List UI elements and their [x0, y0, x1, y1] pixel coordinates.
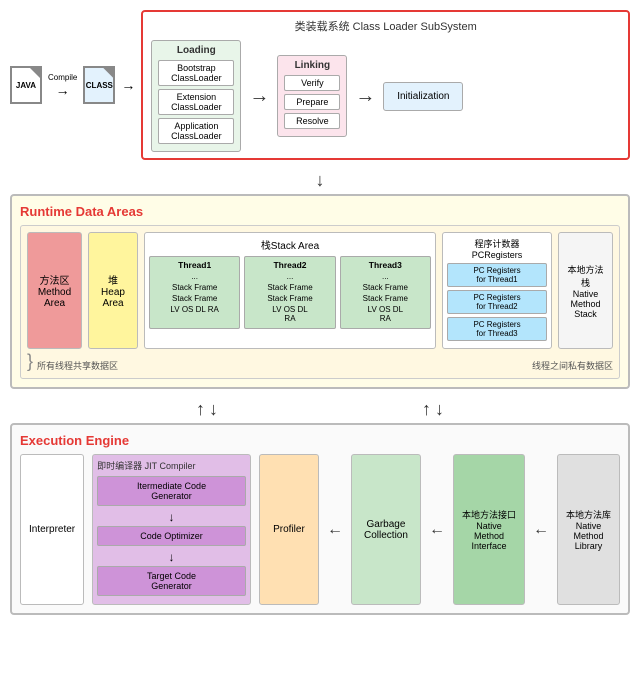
main-container: JAVA Compile → CLASS → 类装载系统 Class Loade… — [0, 0, 640, 625]
jit-container: 即时编译器 JIT Compiler Itermediate CodeGener… — [92, 454, 251, 605]
private-label: 线程之间私有数据区 — [532, 359, 613, 372]
classloader-title: 类装载系统 Class Loader SubSystem — [151, 18, 620, 34]
thread3-col: Thread3 ... Stack Frame Stack Frame LV O… — [340, 256, 431, 329]
native-library-box: 本地方法库NativeMethodLibrary — [557, 454, 620, 605]
jit-arrow1-icon: ↓ — [97, 510, 246, 524]
execution-inner: Interpreter 即时编译器 JIT Compiler Itermedia… — [20, 454, 620, 605]
to-garbage-arrow: ← — [327, 454, 343, 605]
initialization-box: Initialization — [383, 82, 463, 111]
pc-thread2: PC Registersfor Thread2 — [447, 290, 547, 314]
runtime-row: 方法区 Method Area 堆 Heap Area 栈Stack Area — [27, 232, 613, 349]
shared-label-area: } 所有线程共享数据区 — [27, 351, 118, 372]
top-section: JAVA Compile → CLASS → 类装载系统 Class Loade… — [10, 10, 630, 160]
pc-title: 程序计数器PCRegisters — [447, 237, 547, 260]
to-classloader-arrow: → — [121, 77, 135, 93]
loading-to-linking-arrow: → — [249, 85, 269, 108]
pc-thread3: PC Registersfor Thread3 — [447, 317, 547, 341]
loading-title: Loading — [158, 45, 234, 56]
linking-to-init-arrow: → — [355, 85, 375, 108]
thread2-col: Thread2 ... Stack Frame Stack Frame LV O… — [244, 256, 335, 329]
prepare-item: Prepare — [284, 94, 340, 110]
jit-item-2: Code Optimizer — [97, 526, 246, 546]
bootstrap-classloader: BootstrapClassLoader — [158, 60, 234, 86]
class-file-icon: CLASS — [83, 66, 115, 104]
extension-classloader: ExtensionClassLoader — [158, 89, 234, 115]
to-native-interface-arrow: ← — [429, 454, 445, 605]
shared-label: 所有线程共享数据区 — [37, 359, 118, 372]
jit-item-3: Target CodeGenerator — [97, 566, 246, 596]
classloader-box: 类装载系统 Class Loader SubSystem Loading Boo… — [141, 10, 630, 160]
brace-left-icon: } — [27, 351, 33, 372]
profiler-box: Profiler — [259, 454, 319, 605]
down-arrow-icon: ↓ — [316, 170, 325, 191]
labels-row: } 所有线程共享数据区 线程之间私有数据区 — [27, 351, 613, 372]
linking-box: Linking Verify Prepare Resolve — [277, 55, 347, 137]
down-arrow3-icon: ↓ — [435, 399, 444, 420]
native-stack-box: 本地方法 栈 Native Method Stack — [558, 232, 613, 349]
execution-title: Execution Engine — [20, 433, 620, 448]
application-classloader: ApplicationClassLoader — [158, 118, 234, 144]
thread1-col: Thread1 ... Stack Frame Stack Frame LV O… — [149, 256, 240, 329]
stack-area-title: 栈Stack Area — [149, 237, 431, 252]
java-file: JAVA — [10, 66, 42, 104]
runtime-inner: 方法区 Method Area 堆 Heap Area 栈Stack Area — [20, 225, 620, 379]
pc-registers-container: 程序计数器PCRegisters PC Registersfor Thread1… — [442, 232, 552, 349]
compile-arrow: Compile → — [48, 73, 77, 98]
interpreter-box: Interpreter — [20, 454, 84, 605]
up-arrow-icon: ↑ — [196, 399, 205, 420]
runtime-to-execution-arrows: ↑ ↓ ↑ ↓ — [10, 399, 630, 420]
right-arrow2-icon: → — [121, 77, 135, 93]
jit-item-1: Itermediate CodeGenerator — [97, 476, 246, 506]
java-file-icon: JAVA — [10, 66, 42, 104]
linking-title: Linking — [284, 60, 340, 71]
pc-thread1: PC Registersfor Thread1 — [447, 263, 547, 287]
heap-box: 堆 Heap Area — [88, 232, 138, 349]
jit-title: 即时编译器 JIT Compiler — [97, 459, 246, 472]
to-native-library-arrow: ← — [533, 454, 549, 605]
stack-area-container: 栈Stack Area Thread1 ... Stack Frame Stac… — [144, 232, 436, 349]
runtime-title: Runtime Data Areas — [20, 204, 620, 219]
jit-arrow2-icon: ↓ — [97, 550, 246, 564]
down-arrow2-icon: ↓ — [209, 399, 218, 420]
up-arrow2-icon: ↑ — [422, 399, 431, 420]
execution-section: Execution Engine Interpreter 即时编译器 JIT C… — [10, 423, 630, 615]
classloader-inner: Loading BootstrapClassLoader ExtensionCl… — [151, 40, 620, 152]
threads-row: Thread1 ... Stack Frame Stack Frame LV O… — [149, 256, 431, 329]
garbage-box: GarbageCollection — [351, 454, 421, 605]
class-file: CLASS — [83, 66, 115, 104]
right-arrow-icon: → — [56, 82, 70, 98]
verify-item: Verify — [284, 75, 340, 91]
method-area-box: 方法区 Method Area — [27, 232, 82, 349]
native-interface-box: 本地方法接口NativeMethodInterface — [453, 454, 525, 605]
runtime-section: Runtime Data Areas 方法区 Method Area 堆 Hea… — [10, 194, 630, 389]
classloader-to-runtime-arrows: ↓ — [10, 170, 630, 191]
loading-box: Loading BootstrapClassLoader ExtensionCl… — [151, 40, 241, 152]
resolve-item: Resolve — [284, 113, 340, 129]
